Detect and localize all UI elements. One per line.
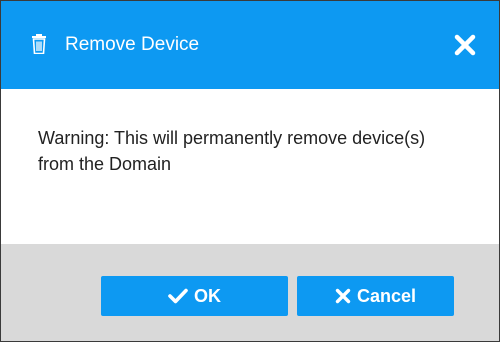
dialog-footer: OK Cancel: [1, 244, 499, 341]
trash-icon: [32, 34, 46, 54]
close-icon[interactable]: [454, 34, 476, 56]
remove-device-dialog: Remove Device Warning: This will permane…: [0, 0, 500, 342]
ok-button[interactable]: OK: [101, 276, 288, 316]
cancel-button[interactable]: Cancel: [297, 276, 454, 316]
check-icon: [168, 288, 188, 304]
x-icon: [335, 288, 351, 304]
dialog-header: Remove Device: [1, 1, 499, 89]
ok-button-label: OK: [194, 285, 221, 306]
warning-message: Warning: This will permanently remove de…: [38, 128, 426, 174]
cancel-button-label: Cancel: [356, 285, 417, 306]
dialog-body: Warning: This will permanently remove de…: [1, 89, 499, 244]
dialog-title: Remove Device: [65, 34, 200, 55]
